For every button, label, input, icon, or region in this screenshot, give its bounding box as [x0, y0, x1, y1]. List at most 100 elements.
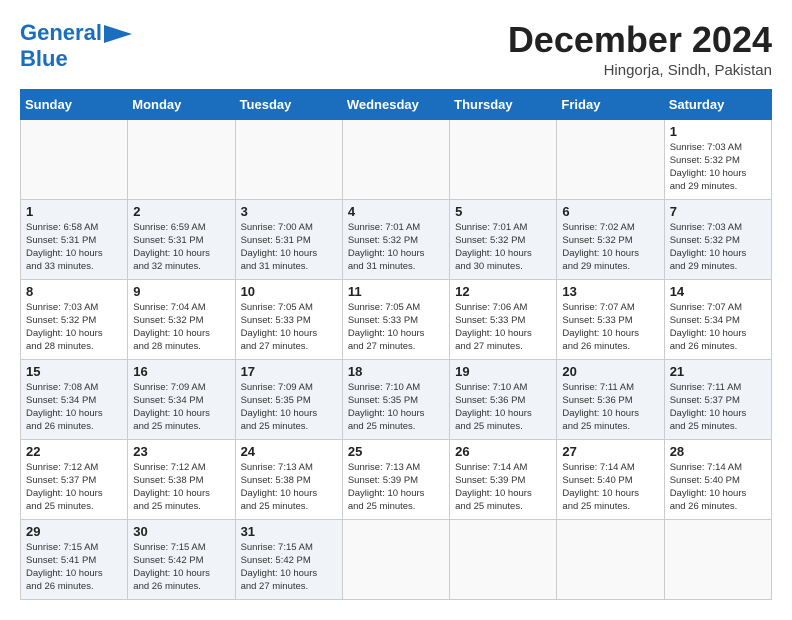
- day-info: Sunrise: 7:11 AM Sunset: 5:37 PM Dayligh…: [670, 381, 766, 434]
- table-row: 28Sunrise: 7:14 AM Sunset: 5:40 PM Dayli…: [664, 439, 771, 519]
- col-wednesday: Wednesday: [342, 89, 449, 119]
- col-tuesday: Tuesday: [235, 89, 342, 119]
- day-number: 22: [26, 444, 122, 459]
- day-info: Sunrise: 7:02 AM Sunset: 5:32 PM Dayligh…: [562, 221, 658, 274]
- day-info: Sunrise: 7:11 AM Sunset: 5:36 PM Dayligh…: [562, 381, 658, 434]
- logo-arrow-icon: [104, 25, 132, 43]
- calendar-row: 29 Sunrise: 7:15 AM Sunset: 5:41 PM Dayli…: [21, 519, 772, 599]
- day-info: Sunrise: 7:13 AM Sunset: 5:39 PM Dayligh…: [348, 461, 444, 514]
- table-row: 2Sunrise: 6:59 AM Sunset: 5:31 PM Daylig…: [128, 199, 235, 279]
- logo: General Blue: [20, 20, 132, 72]
- table-row: [557, 119, 664, 199]
- table-row: 6 Sunrise: 7:02 AM Sunset: 5:32 PM Daylig…: [557, 199, 664, 279]
- day-info: Sunrise: 7:04 AM Sunset: 5:32 PM Dayligh…: [133, 301, 229, 354]
- day-info: Sunrise: 7:05 AM Sunset: 5:33 PM Dayligh…: [241, 301, 337, 354]
- day-number: 27: [562, 444, 658, 459]
- table-row: 9 Sunrise: 7:04 AM Sunset: 5:32 PM Daylig…: [128, 279, 235, 359]
- day-number: 1: [26, 204, 122, 219]
- table-row: 19 Sunrise: 7:10 AM Sunset: 5:36 PM Dayli…: [450, 359, 557, 439]
- table-row: 16Sunrise: 7:09 AM Sunset: 5:34 PM Dayli…: [128, 359, 235, 439]
- table-row: [664, 519, 771, 599]
- table-row: 18 Sunrise: 7:10 AM Sunset: 5:35 PM Dayli…: [342, 359, 449, 439]
- day-info: Sunrise: 7:14 AM Sunset: 5:40 PM Dayligh…: [670, 461, 766, 514]
- table-row: [342, 519, 449, 599]
- month-year-title: December 2024: [508, 20, 772, 60]
- day-number: 6: [562, 204, 658, 219]
- day-info: Sunrise: 7:09 AM Sunset: 5:35 PM Dayligh…: [241, 381, 337, 434]
- logo-blue: Blue: [20, 46, 68, 71]
- day-number: 21: [670, 364, 766, 379]
- table-row: 22 Sunrise: 7:12 AM Sunset: 5:37 PM Dayli…: [21, 439, 128, 519]
- day-info: Sunrise: 7:15 AM Sunset: 5:41 PM Dayligh…: [26, 541, 122, 594]
- day-number: 29: [26, 524, 122, 539]
- day-info: Sunrise: 7:03 AM Sunset: 5:32 PM Dayligh…: [670, 221, 766, 274]
- day-number: 30: [133, 524, 229, 539]
- calendar-row: 1Sunrise: 7:03 AM Sunset: 5:32 PM Daylig…: [21, 119, 772, 199]
- day-info: Sunrise: 7:10 AM Sunset: 5:36 PM Dayligh…: [455, 381, 551, 434]
- table-row: 13Sunrise: 7:07 AM Sunset: 5:33 PM Dayli…: [557, 279, 664, 359]
- day-number: 8: [26, 284, 122, 299]
- day-info: Sunrise: 7:13 AM Sunset: 5:38 PM Dayligh…: [241, 461, 337, 514]
- day-number: 23: [133, 444, 229, 459]
- day-info: Sunrise: 7:09 AM Sunset: 5:34 PM Dayligh…: [133, 381, 229, 434]
- day-number: 10: [241, 284, 337, 299]
- table-row: [450, 519, 557, 599]
- table-row: 26 Sunrise: 7:14 AM Sunset: 5:39 PM Dayli…: [450, 439, 557, 519]
- col-monday: Monday: [128, 89, 235, 119]
- page-header: General Blue December 2024 Hingorja, Sin…: [20, 20, 772, 79]
- col-thursday: Thursday: [450, 89, 557, 119]
- day-info: Sunrise: 7:15 AM Sunset: 5:42 PM Dayligh…: [133, 541, 229, 594]
- day-info: Sunrise: 7:12 AM Sunset: 5:37 PM Dayligh…: [26, 461, 122, 514]
- table-row: [450, 119, 557, 199]
- day-number: 31: [241, 524, 337, 539]
- day-info: Sunrise: 7:14 AM Sunset: 5:39 PM Dayligh…: [455, 461, 551, 514]
- day-info: Sunrise: 7:08 AM Sunset: 5:34 PM Dayligh…: [26, 381, 122, 434]
- day-number: 14: [670, 284, 766, 299]
- table-row: 5Sunrise: 7:01 AM Sunset: 5:32 PM Daylig…: [450, 199, 557, 279]
- table-row: 1Sunrise: 7:03 AM Sunset: 5:32 PM Daylig…: [664, 119, 771, 199]
- title-section: December 2024 Hingorja, Sindh, Pakistan: [508, 20, 772, 79]
- day-info: Sunrise: 7:07 AM Sunset: 5:34 PM Dayligh…: [670, 301, 766, 354]
- table-row: [21, 119, 128, 199]
- day-number: 11: [348, 284, 444, 299]
- day-number: 15: [26, 364, 122, 379]
- logo-general: General: [20, 20, 102, 45]
- table-row: 3Sunrise: 7:00 AM Sunset: 5:31 PM Daylig…: [235, 199, 342, 279]
- table-row: 27 Sunrise: 7:14 AM Sunset: 5:40 PM Dayli…: [557, 439, 664, 519]
- day-number: 19: [455, 364, 551, 379]
- table-row: 15 Sunrise: 7:08 AM Sunset: 5:34 PM Dayli…: [21, 359, 128, 439]
- day-info: Sunrise: 7:03 AM Sunset: 5:32 PM Dayligh…: [670, 141, 766, 194]
- day-number: 26: [455, 444, 551, 459]
- table-row: 21 Sunrise: 7:11 AM Sunset: 5:37 PM Dayli…: [664, 359, 771, 439]
- col-sunday: Sunday: [21, 89, 128, 119]
- day-info: Sunrise: 6:58 AM Sunset: 5:31 PM Dayligh…: [26, 221, 122, 274]
- table-row: 29 Sunrise: 7:15 AM Sunset: 5:41 PM Dayli…: [21, 519, 128, 599]
- day-info: Sunrise: 7:01 AM Sunset: 5:32 PM Dayligh…: [348, 221, 444, 274]
- calendar-row: 1 Sunrise: 6:58 AM Sunset: 5:31 PM Daylig…: [21, 199, 772, 279]
- table-row: 11 Sunrise: 7:05 AM Sunset: 5:33 PM Dayli…: [342, 279, 449, 359]
- table-row: 31Sunrise: 7:15 AM Sunset: 5:42 PM Dayli…: [235, 519, 342, 599]
- day-number: 17: [241, 364, 337, 379]
- table-row: 12Sunrise: 7:06 AM Sunset: 5:33 PM Dayli…: [450, 279, 557, 359]
- day-number: 25: [348, 444, 444, 459]
- table-row: [557, 519, 664, 599]
- table-row: [235, 119, 342, 199]
- table-row: 24 Sunrise: 7:13 AM Sunset: 5:38 PM Dayli…: [235, 439, 342, 519]
- col-saturday: Saturday: [664, 89, 771, 119]
- table-row: 8Sunrise: 7:03 AM Sunset: 5:32 PM Daylig…: [21, 279, 128, 359]
- table-row: [128, 119, 235, 199]
- location-text: Hingorja, Sindh, Pakistan: [508, 62, 772, 79]
- day-info: Sunrise: 7:10 AM Sunset: 5:35 PM Dayligh…: [348, 381, 444, 434]
- day-number: 18: [348, 364, 444, 379]
- day-info: Sunrise: 6:59 AM Sunset: 5:31 PM Dayligh…: [133, 221, 229, 274]
- day-info: Sunrise: 7:14 AM Sunset: 5:40 PM Dayligh…: [562, 461, 658, 514]
- day-number: 9: [133, 284, 229, 299]
- day-info: Sunrise: 7:05 AM Sunset: 5:33 PM Dayligh…: [348, 301, 444, 354]
- day-number: 5: [455, 204, 551, 219]
- table-row: [342, 119, 449, 199]
- day-number: 20: [562, 364, 658, 379]
- day-info: Sunrise: 7:07 AM Sunset: 5:33 PM Dayligh…: [562, 301, 658, 354]
- table-row: 1 Sunrise: 6:58 AM Sunset: 5:31 PM Daylig…: [21, 199, 128, 279]
- table-row: 17 Sunrise: 7:09 AM Sunset: 5:35 PM Dayli…: [235, 359, 342, 439]
- day-number: 24: [241, 444, 337, 459]
